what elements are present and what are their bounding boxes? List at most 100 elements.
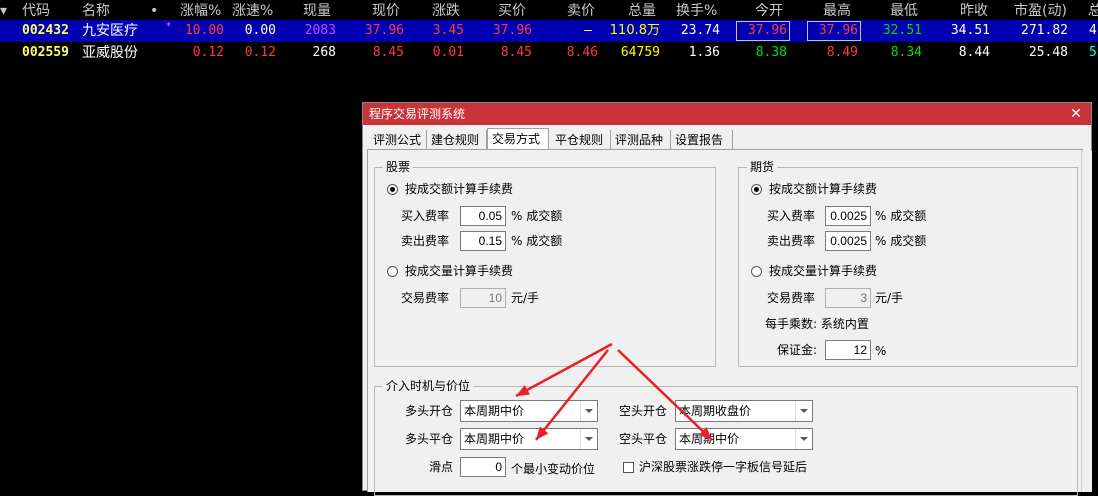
col-bid[interactable]: 买价 <box>498 0 526 22</box>
col-pct[interactable]: 涨幅% <box>180 0 221 22</box>
futures-sell-input[interactable]: 0.0025 <box>825 231 871 251</box>
dialog-titlebar[interactable]: 程序交易评测系统 ✕ <box>363 103 1091 125</box>
col-ask[interactable]: 卖价 <box>567 0 595 22</box>
short-close-label: 空头平仓 <box>619 432 668 446</box>
tab-open-rules[interactable]: 建仓规则 <box>427 130 487 150</box>
futures-sell-unit: % 成交额 <box>875 234 927 248</box>
cell-code: 002559 <box>22 45 69 60</box>
tab-close-rules[interactable]: 平仓规则 <box>551 130 611 150</box>
col-extra[interactable]: 总 <box>1088 0 1098 22</box>
short-close-value: 本周期中价 <box>679 432 740 446</box>
futures-margin-input[interactable]: 12 <box>825 340 871 360</box>
stock-sell-unit: % 成交额 <box>511 234 563 248</box>
cell-ask: – <box>584 23 592 38</box>
delay-label[interactable]: 沪深股票涨跌停一字板信号延后 <box>639 458 807 476</box>
col-code[interactable]: 代码 <box>22 0 50 22</box>
long-open-select[interactable]: 本周期中价 <box>460 400 598 422</box>
futures-by-amount-label[interactable]: 按成交额计算手续费 <box>769 180 877 198</box>
col-total[interactable]: 总量 <box>628 0 656 22</box>
cell-extra: 4 <box>1089 23 1097 38</box>
cell-change: 0.01 <box>432 45 464 60</box>
cell-open: 8.38 <box>755 45 787 60</box>
slip-unit: 个最小变动价位 <box>511 462 596 476</box>
tab-report[interactable]: 设置报告 <box>671 130 733 150</box>
long-close-label: 多头平仓 <box>405 432 454 446</box>
slip-input[interactable]: 0 <box>460 457 506 477</box>
col-speed[interactable]: 涨速% <box>232 0 273 22</box>
cell-change: 3.45 <box>432 23 464 38</box>
futures-fee-input[interactable]: 3 <box>825 288 871 308</box>
long-open-value: 本周期中价 <box>464 404 525 418</box>
close-icon[interactable]: ✕ <box>1067 105 1085 123</box>
stock-buy-input[interactable]: 0.05 <box>460 206 506 226</box>
cell-pct: 0.12 <box>192 45 224 60</box>
futures-group: 期货 按成交额计算手续费 买入费率 0.0025 % 成交额 卖出费率 0.00… <box>738 160 1078 367</box>
col-price[interactable]: 现价 <box>372 0 400 22</box>
timing-group: 介入时机与价位 多头开仓 本周期中价 空头开仓 本周期收盘价 多头平仓 本周期中… <box>374 379 1078 496</box>
table-row[interactable]: 002559 亚威股份 0.12 0.12 268 8.45 0.01 8.45… <box>0 42 1098 64</box>
table-row[interactable]: 002432 九安医疗 * 10.00 0.00 2083 37.96 3.45… <box>0 20 1098 42</box>
stock-fee-unit: 元/手 <box>511 291 540 305</box>
tab-instruments[interactable]: 评测品种 <box>611 130 671 150</box>
cell-ask: 8.46 <box>566 45 598 60</box>
futures-by-volume-radio[interactable] <box>751 266 762 277</box>
timing-group-label: 介入时机与价位 <box>383 379 474 393</box>
col-prev[interactable]: 昨收 <box>960 0 988 22</box>
col-high[interactable]: 最高 <box>823 0 851 22</box>
cell-flag: * <box>166 21 171 32</box>
futures-buy-label: 买入费率 <box>767 209 816 223</box>
col-name[interactable]: 名称 <box>82 0 110 22</box>
chevron-down-icon[interactable] <box>580 429 597 449</box>
cell-name: 亚威股份 <box>82 45 138 61</box>
cell-high: 37.96 <box>806 20 862 42</box>
col-pe[interactable]: 市盈(动) <box>1014 0 1067 22</box>
short-open-select[interactable]: 本周期收盘价 <box>675 400 813 422</box>
chevron-down-icon[interactable] <box>580 401 597 421</box>
stock-group-label: 股票 <box>383 160 414 174</box>
tab-trade-mode[interactable]: 交易方式 <box>487 128 549 151</box>
cell-vol-now: 268 <box>312 45 336 60</box>
cell-speed: 0.00 <box>244 23 276 38</box>
futures-margin-unit: % <box>875 344 887 358</box>
futures-by-amount-radio[interactable] <box>751 184 762 195</box>
col-open[interactable]: 今开 <box>755 0 783 22</box>
quote-header: ▾ 代码 名称 • 涨幅% 涨速% 现量 现价 涨跌 买价 卖价 总量 换手% … <box>0 0 1098 22</box>
col-vol-now[interactable]: 现量 <box>303 0 331 22</box>
col-turnover[interactable]: 换手% <box>676 0 717 22</box>
tab-formula[interactable]: 评测公式 <box>369 130 427 150</box>
short-open-value: 本周期收盘价 <box>679 404 752 418</box>
cell-prev: 8.44 <box>958 45 990 60</box>
short-close-select[interactable]: 本周期中价 <box>675 428 813 450</box>
cell-price: 8.45 <box>372 45 404 60</box>
col-low[interactable]: 最低 <box>890 0 918 22</box>
chevron-down-icon[interactable] <box>795 429 812 449</box>
cell-high: 8.49 <box>826 45 858 60</box>
long-open-label: 多头开仓 <box>405 404 454 418</box>
stock-fee-input[interactable]: 10 <box>460 288 506 308</box>
cell-name: 九安医疗 <box>82 23 138 39</box>
dialog-scrollbar[interactable] <box>1081 151 1092 492</box>
stock-by-amount-radio[interactable] <box>387 184 398 195</box>
futures-buy-input[interactable]: 0.0025 <box>825 206 871 226</box>
stock-by-volume-radio[interactable] <box>387 266 398 277</box>
delay-checkbox[interactable] <box>623 462 634 473</box>
col-change[interactable]: 涨跌 <box>432 0 460 22</box>
stock-by-amount-label[interactable]: 按成交额计算手续费 <box>405 180 513 198</box>
short-open-label: 空头开仓 <box>619 404 668 418</box>
cell-extra: 5 <box>1089 45 1097 60</box>
futures-sell-label: 卖出费率 <box>767 234 816 248</box>
cell-pe: 25.48 <box>1028 45 1068 60</box>
cell-prev: 34.51 <box>950 23 990 38</box>
stock-sell-input[interactable]: 0.15 <box>460 231 506 251</box>
long-close-select[interactable]: 本周期中价 <box>460 428 598 450</box>
chevron-down-icon[interactable] <box>795 401 812 421</box>
slip-label: 滑点 <box>429 460 454 474</box>
cell-pct: 10.00 <box>184 23 224 38</box>
cell-code: 002432 <box>22 23 69 38</box>
stock-by-volume-label[interactable]: 按成交量计算手续费 <box>405 262 513 280</box>
futures-group-label: 期货 <box>747 160 778 174</box>
cell-bid: 8.45 <box>500 45 532 60</box>
col-dot: • <box>150 3 159 19</box>
cell-turnover: 23.74 <box>680 23 720 38</box>
futures-by-volume-label[interactable]: 按成交量计算手续费 <box>769 262 877 280</box>
